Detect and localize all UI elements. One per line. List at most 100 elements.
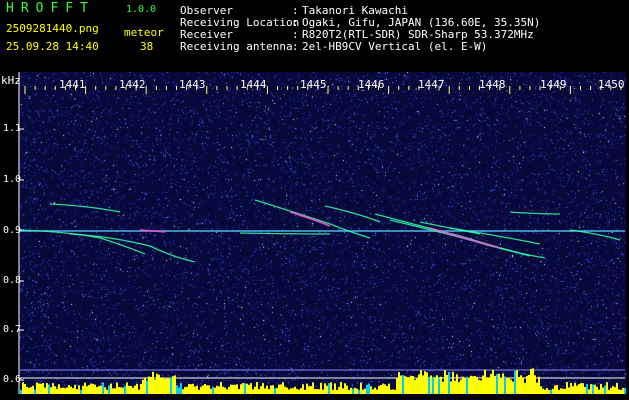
meteor-echo [239,232,331,235]
activity-bar [214,387,216,394]
activity-bar [548,389,550,394]
activity-bar [216,385,218,394]
activity-bar [388,383,390,394]
activity-bar [486,377,488,394]
activity-bar [464,377,466,394]
activity-bar [352,388,354,394]
activity-bar [346,385,348,394]
activity-bar [560,388,562,394]
activity-bar [132,387,134,394]
activity-bar [470,375,472,394]
activity-bar [494,375,496,394]
activity-bar [236,384,238,394]
activity-bar [318,389,320,394]
activity-bar [314,389,316,394]
activity-bar [536,382,538,394]
activity-bar [424,371,426,394]
activity-bar [152,371,154,394]
activity-bar [90,383,92,394]
activity-bar [162,377,164,394]
activity-bar [432,376,434,394]
x-tick-label: 1445 [300,78,327,91]
activity-bar [418,374,420,394]
activity-bar [188,383,190,394]
activity-bar [458,382,460,394]
activity-bar [356,388,358,394]
activity-bar [250,383,252,394]
activity-bar [378,385,380,394]
activity-bar [138,389,140,394]
activity-bar [592,384,594,394]
activity-bar [272,385,274,394]
activity-bar [454,380,456,394]
activity-bar [508,377,510,394]
activity-bar [502,373,504,394]
activity-bar [476,376,478,394]
activity-bar [322,389,324,394]
activity-bar [614,387,616,394]
activity-bar [276,387,278,394]
activity-bar [618,389,620,394]
activity-bar [210,388,212,394]
activity-bar [248,384,250,394]
activity-bar [320,382,322,394]
activity-bar [142,379,144,394]
activity-bar [562,388,564,394]
activity-bar [218,386,220,394]
activity-bar [206,385,208,394]
activity-bar [438,378,440,394]
activity-bar [134,385,136,394]
activity-bar [586,383,588,394]
activity-bar [612,386,614,394]
activity-bar [392,389,394,394]
meteor-echo-peak [289,211,331,227]
activity-bar [426,372,428,394]
activity-bar [78,385,80,394]
activity-bar [154,379,156,394]
activity-bar [292,388,294,394]
activity-bar [158,374,160,394]
activity-bar [92,383,94,394]
activity-bar [600,383,602,394]
activity-bar [566,382,568,394]
activity-bar [34,389,36,394]
activity-bar [428,376,430,394]
activity-bar [360,382,362,394]
activity-bar [242,383,244,394]
activity-bar [258,389,260,394]
activity-bar [116,382,118,394]
activity-bar [532,368,534,394]
x-tick-label: 1450 [598,78,625,91]
activity-bar [344,383,346,394]
activity-bar [310,386,312,394]
activity-bar [440,376,442,394]
activity-bar [616,382,618,394]
activity-bar [182,389,184,394]
activity-bar [252,389,254,394]
activity-bar [588,389,590,394]
activity-bar [406,376,408,394]
activity-bar [620,389,622,394]
activity-bar [390,389,392,394]
activity-bar [66,387,68,394]
spectrogram-window: HROFFT 1.0.0 2509281440.png meteor 25.09… [0,0,629,400]
activity-bar [436,375,438,394]
activity-bar [380,385,382,394]
activity-bar [456,374,458,394]
x-tick-label: 1448 [479,78,506,91]
activity-bar [42,383,44,394]
activity-bar [60,387,62,394]
activity-bar [446,374,448,394]
activity-bar [46,383,48,394]
activity-bar [312,382,314,394]
activity-bar [140,383,142,394]
activity-bar [130,385,132,394]
activity-bar [374,387,376,394]
activity-bar [246,383,248,394]
activity-bar [564,388,566,394]
activity-bar [526,375,528,394]
activity-bar [370,386,372,394]
activity-bar [232,384,234,394]
activity-bar [54,386,56,394]
activity-bar [514,370,516,394]
